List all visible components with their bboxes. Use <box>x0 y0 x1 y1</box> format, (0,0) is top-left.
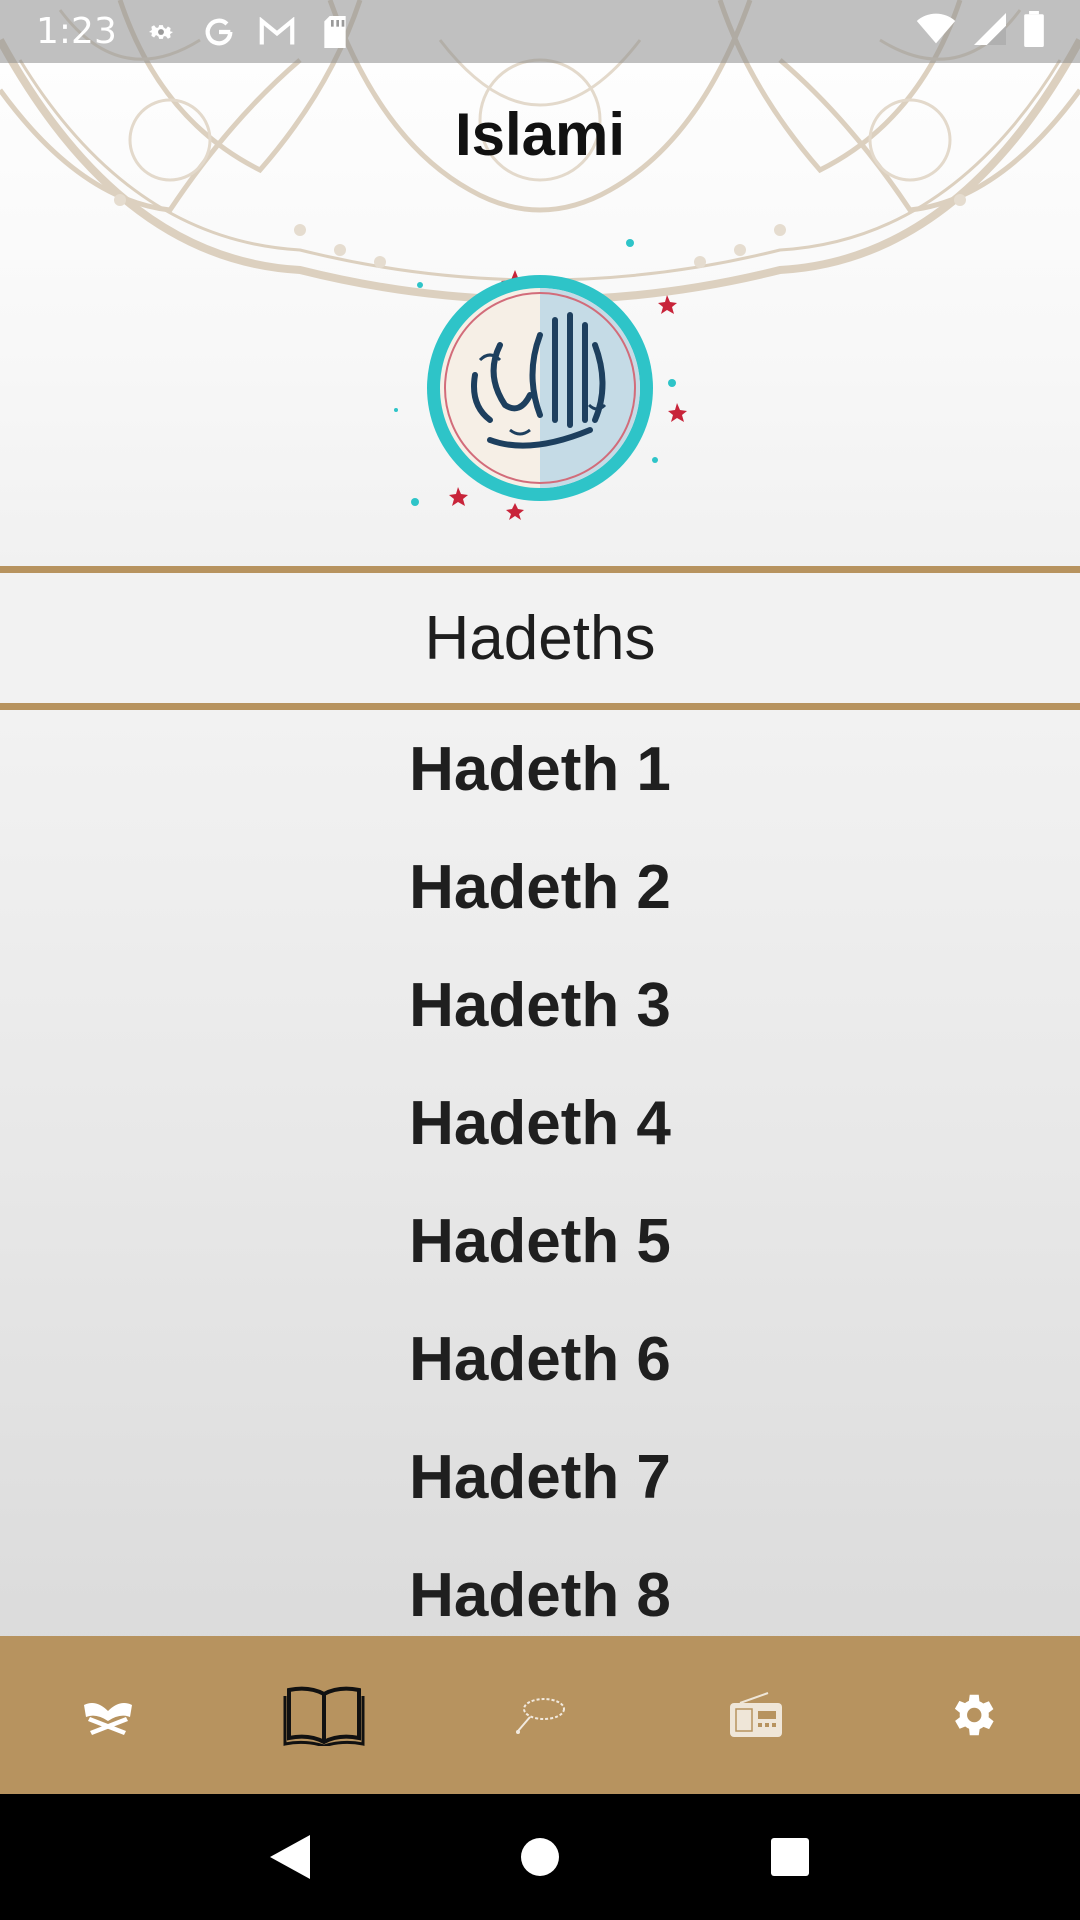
radio-icon <box>730 1692 782 1737</box>
google-icon <box>201 14 237 50</box>
status-bar: 1:23 <box>0 0 1080 63</box>
header: Islami <box>0 0 1080 566</box>
sd-card-icon <box>317 14 353 50</box>
nav-quran[interactable] <box>48 1655 168 1775</box>
recents-icon <box>771 1838 809 1876</box>
signal-icon <box>974 13 1006 50</box>
nav-settings[interactable] <box>912 1655 1032 1775</box>
hadeth-list[interactable]: Hadeth 1 Hadeth 2 Hadeth 3 Hadeth 4 Hade… <box>0 710 1080 1635</box>
quran-icon <box>84 1703 132 1735</box>
status-time: 1:23 <box>36 11 117 52</box>
nav-radio[interactable] <box>696 1655 816 1775</box>
hadeth-item[interactable]: Hadeth 8 <box>0 1536 1080 1635</box>
app-title: Islami <box>454 101 626 168</box>
home-button[interactable] <box>510 1827 570 1887</box>
sebha-icon <box>516 1698 565 1734</box>
hadeth-item[interactable]: Hadeth 4 <box>0 1064 1080 1182</box>
hadeth-item[interactable]: Hadeth 5 <box>0 1182 1080 1300</box>
nav-sebha[interactable] <box>480 1655 600 1775</box>
hadeths-section-header: Hadeths <box>0 566 1080 710</box>
system-nav-bar <box>0 1794 1080 1920</box>
back-icon <box>270 1835 310 1879</box>
battery-icon <box>1024 11 1044 52</box>
hadeth-item[interactable]: Hadeth 6 <box>0 1300 1080 1418</box>
back-button[interactable] <box>260 1827 320 1887</box>
home-icon <box>521 1838 559 1876</box>
hadeth-item[interactable]: Hadeth 3 <box>0 946 1080 1064</box>
hadeth-item[interactable]: Hadeth 1 <box>0 710 1080 828</box>
status-right <box>916 11 1044 52</box>
settings-icon <box>954 1694 994 1736</box>
nav-hadeth[interactable] <box>264 1655 384 1775</box>
gear-icon <box>143 14 179 50</box>
bottom-nav <box>0 1636 1080 1794</box>
bismillah-emblem <box>394 239 687 520</box>
gmail-icon <box>259 14 295 50</box>
book-icon <box>283 1686 365 1746</box>
recents-button[interactable] <box>760 1827 820 1887</box>
hadeth-item[interactable]: Hadeth 2 <box>0 828 1080 946</box>
section-title: Hadeths <box>424 603 656 673</box>
hadeth-item[interactable]: Hadeth 7 <box>0 1418 1080 1536</box>
wifi-icon <box>916 13 956 50</box>
